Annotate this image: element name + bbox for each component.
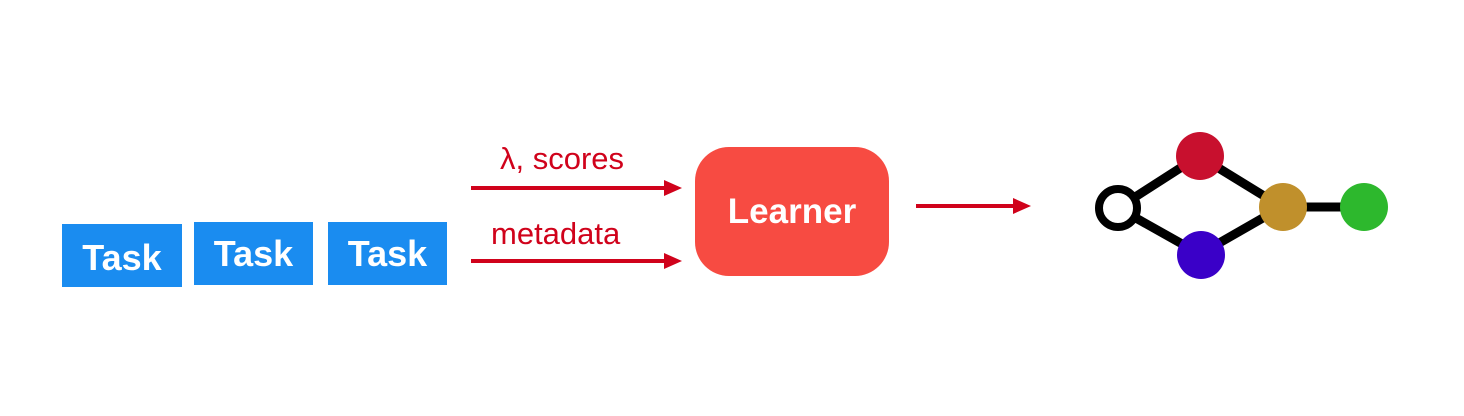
bottom-node <box>1177 231 1225 279</box>
top-node <box>1176 132 1224 180</box>
metadata-arrow <box>471 253 682 269</box>
output-graph <box>1095 132 1388 279</box>
diagram-canvas <box>471 132 1388 279</box>
output-node <box>1340 183 1388 231</box>
output-arrow <box>916 198 1031 214</box>
input-node <box>1095 185 1141 231</box>
merge-node <box>1259 183 1307 231</box>
scores-arrow <box>471 180 682 196</box>
